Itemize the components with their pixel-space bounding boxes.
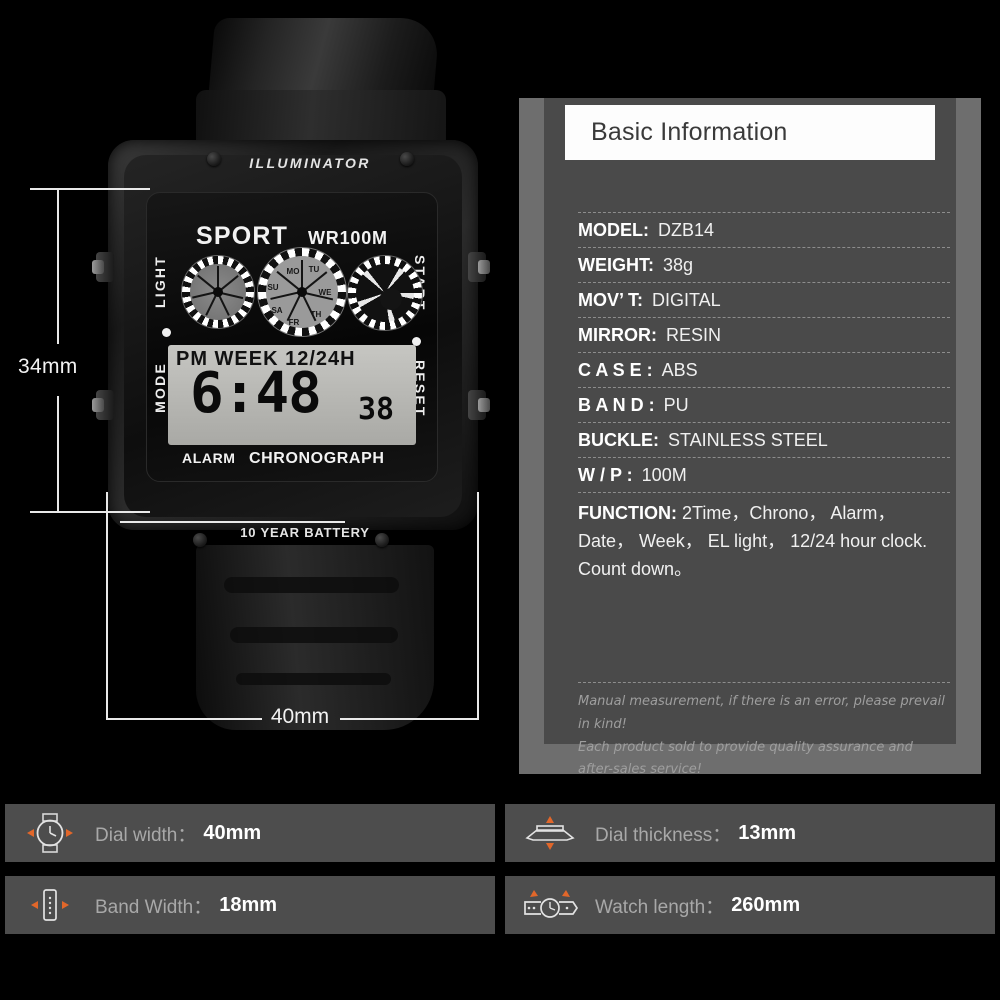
disclaimer-block: Manual measurement, if there is an error…	[578, 682, 950, 782]
bezel-illuminator-text: ILLUMINATOR	[249, 155, 371, 171]
weekday-sa: SA	[271, 306, 283, 315]
spec-card-label: Watch length：	[595, 896, 725, 918]
spec-value: 100M	[641, 465, 687, 485]
function-line-3: Count down。	[578, 558, 693, 579]
spec-list: MODEL: DZB14 WEIGHT: 38g MOV’ T: DIGITAL…	[578, 212, 950, 592]
spec-row-water-proof: W / P : 100M	[578, 457, 950, 492]
width-dimension-line-right	[340, 718, 478, 720]
spec-value: PU	[663, 395, 689, 415]
spec-card-dial-width[interactable]: Dial width： 40mm	[5, 804, 495, 862]
lcd-time-display: 6:48	[190, 361, 322, 426]
dial-water-resist-text: WR100M	[308, 228, 388, 248]
weekday-tu: TU	[308, 265, 320, 274]
spec-cards: Dial width： 40mm Dial thickness： 13mm Ba…	[0, 800, 1000, 945]
weekday-we: WE	[318, 288, 332, 297]
dial-indicator-left	[162, 328, 171, 337]
dial-chronograph-text: CHRONOGRAPH	[249, 450, 385, 467]
subdial-right-hub	[380, 288, 402, 310]
spec-row-case: C A S E : ABS	[578, 352, 950, 387]
spec-value: DZB14	[658, 220, 715, 240]
product-photo: ILLUMINATOR 10 YEAR BATTERY SPORT WR100M…	[0, 0, 520, 790]
spec-row-movement: MOV’ T: DIGITAL	[578, 282, 950, 317]
function-line-2: Date， Week， EL light， 12/24 hour clock.	[578, 530, 928, 551]
spec-card-label: Dial thickness：	[595, 824, 732, 846]
disclaimer-line-2: Each product sold to provide quality ass…	[578, 739, 913, 778]
width-dimension-tick-left	[106, 492, 108, 720]
spec-value: ABS	[661, 360, 698, 380]
subdial-left-hub	[213, 287, 223, 297]
spec-key: FUNCTION:	[578, 503, 677, 523]
width-dimension-label: 40mm	[270, 705, 330, 728]
spec-card-label: Band Width：	[95, 896, 213, 918]
height-dimension-label: 34mm	[18, 355, 78, 378]
function-line-1: 2Time，Chrono， Alarm，	[682, 503, 896, 523]
subdial-weekday-hub	[297, 287, 307, 297]
spec-row-mirror: MIRROR: RESIN	[578, 317, 950, 352]
button-label-light: LIGHT	[152, 255, 168, 308]
spec-key: B A N D :	[578, 395, 655, 415]
spec-row-weight: WEIGHT: 38g	[578, 247, 950, 282]
height-dimension-tick-top	[30, 188, 150, 190]
spec-value: DIGITAL	[652, 290, 721, 310]
spec-key: MOV’ T:	[578, 290, 644, 310]
spec-card-watch-length[interactable]: Watch length： 260mm	[505, 876, 995, 934]
watch-band-icon	[5, 884, 95, 926]
spec-row-buckle: BUCKLE: STAINLESS STEEL	[578, 422, 950, 457]
basic-information-title: Basic Information	[591, 118, 788, 146]
watch-strap-bottom	[196, 545, 434, 730]
weekday-fr: FR	[288, 318, 300, 327]
pusher-reset-cap[interactable]	[478, 398, 490, 412]
spec-card-value: 18mm	[219, 893, 278, 916]
width-dimension-line-left	[107, 718, 262, 720]
watch-thickness-icon	[505, 812, 595, 854]
button-label-mode: MODE	[152, 362, 168, 413]
spec-row-model: MODEL: DZB14	[578, 212, 950, 247]
spec-value: 38g	[663, 255, 694, 275]
pusher-start-cap[interactable]	[478, 260, 490, 274]
spec-card-value: 40mm	[203, 821, 262, 844]
pusher-mode-cap[interactable]	[92, 398, 104, 412]
lcd-seconds-display: 38	[358, 392, 395, 427]
weekday-mo: MO	[286, 267, 300, 276]
dial-brand-text: SPORT	[196, 222, 289, 250]
spec-card-value: 260mm	[731, 893, 801, 916]
spec-row-function: FUNCTION: 2Time，Chrono， Alarm， Date， Wee…	[578, 492, 950, 592]
spec-key: MODEL:	[578, 220, 649, 240]
spec-key: WEIGHT:	[578, 255, 654, 275]
spec-row-band: B A N D : PU	[578, 387, 950, 422]
pusher-light-cap[interactable]	[92, 260, 104, 274]
watch-length-icon	[505, 884, 595, 926]
disclaimer-line-1: Manual measurement, if there is an error…	[578, 694, 945, 732]
height-dimension-tick-bottom	[30, 511, 150, 513]
basic-information-title-bar: Basic Information	[565, 105, 935, 160]
width-dimension-tick-right	[477, 492, 479, 720]
spec-card-label: Dial width：	[95, 824, 197, 846]
spec-value: RESIN	[666, 325, 722, 345]
bezel-battery-text: 10 YEAR BATTERY	[240, 525, 370, 540]
weekday-th: TH	[310, 310, 322, 319]
spec-value: STAINLESS STEEL	[668, 430, 828, 450]
spec-key: MIRROR:	[578, 325, 657, 345]
spec-card-value: 13mm	[738, 821, 797, 844]
dial-alarm-text: ALARM	[182, 450, 236, 466]
dial-indicator-right	[412, 337, 421, 346]
watch-face-icon	[5, 812, 95, 854]
spec-key: C A S E :	[578, 360, 653, 380]
case-reference-rule	[120, 521, 345, 523]
spec-card-band-width[interactable]: Band Width： 18mm	[5, 876, 495, 934]
spec-card-dial-thickness[interactable]: Dial thickness： 13mm	[505, 804, 995, 862]
weekday-su: SU	[267, 283, 279, 292]
spec-key: W / P :	[578, 465, 633, 485]
spec-key: BUCKLE:	[578, 430, 659, 450]
